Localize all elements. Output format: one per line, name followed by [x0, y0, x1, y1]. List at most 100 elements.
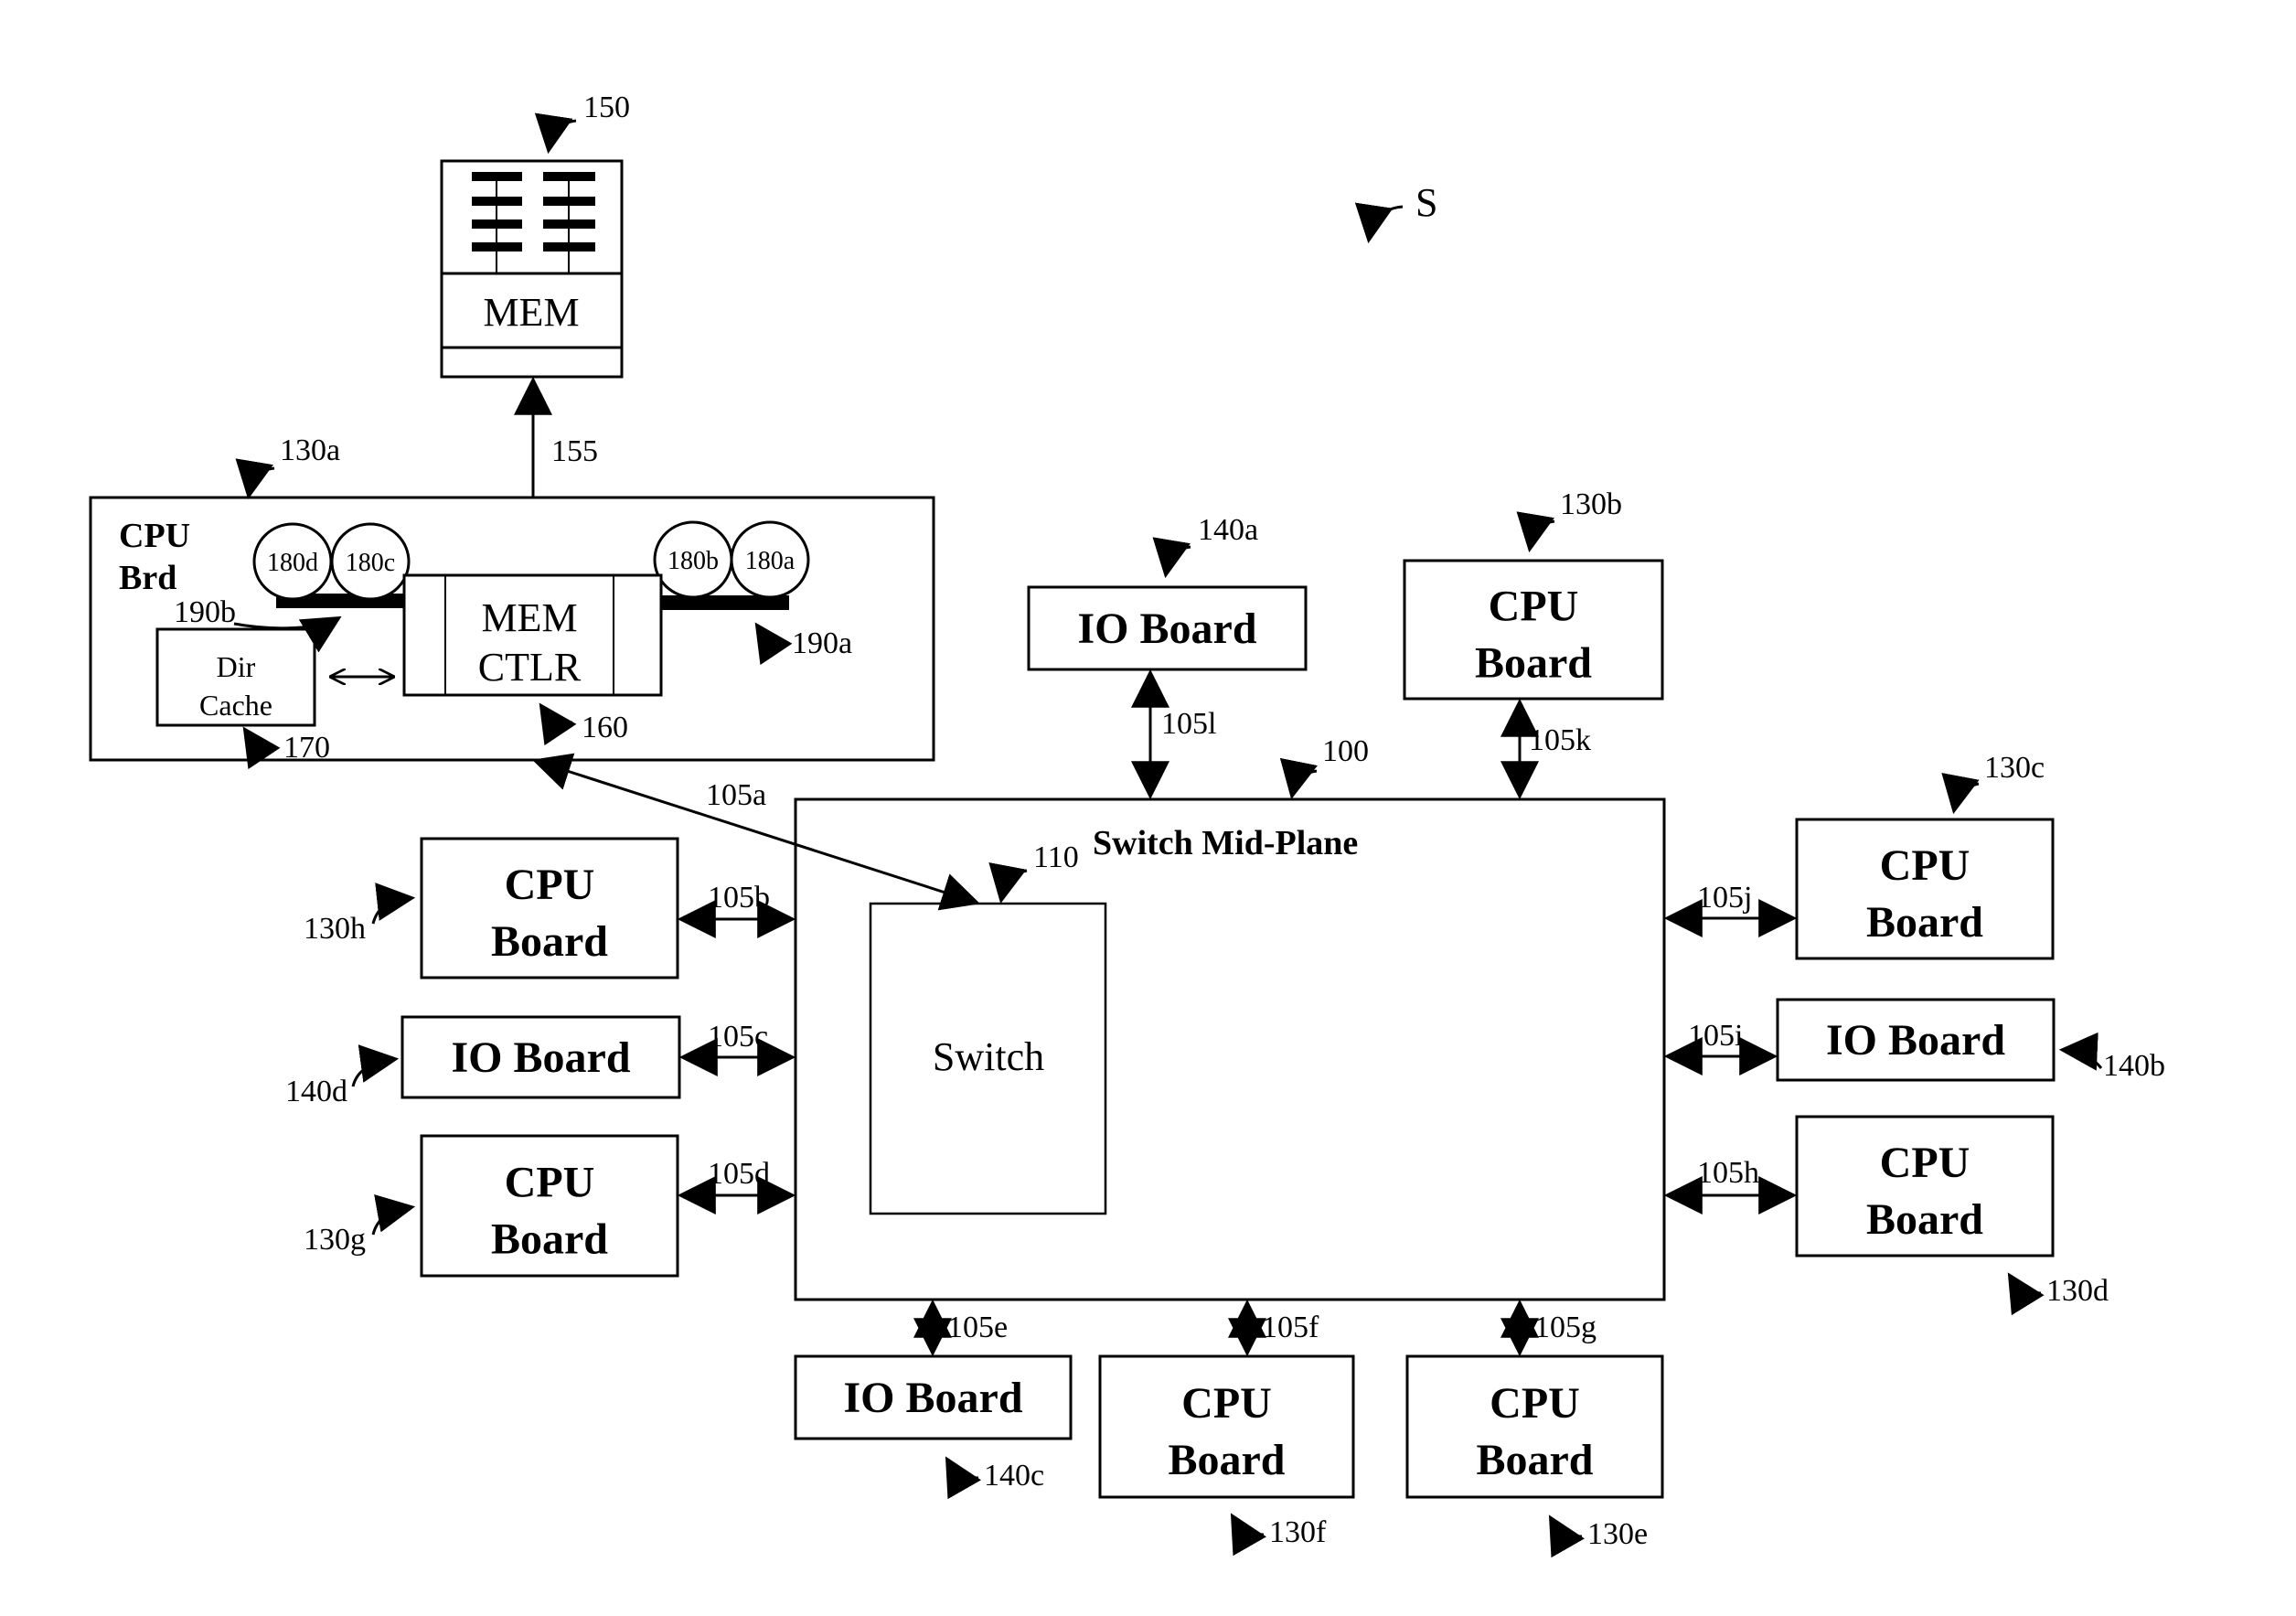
board-label-line2: Board	[1168, 1436, 1285, 1484]
memory-link-ref: 155	[551, 434, 598, 468]
switch-label: Switch	[933, 1034, 1044, 1079]
switch-midplane[interactable]: Switch Mid-Plane 100	[794, 734, 1666, 1301]
board-ref-arrow-icon	[1548, 1514, 1585, 1558]
board-label: IO Board	[451, 1033, 630, 1082]
board-ref: 140d	[285, 1075, 347, 1108]
board-ref: 130f	[1269, 1515, 1327, 1549]
board-ref-arrow-icon	[371, 1193, 416, 1236]
memory-ref-arrow-icon	[534, 112, 577, 155]
board-ref: 140b	[2103, 1049, 2165, 1083]
board-ref-arrow-icon	[1941, 772, 1980, 815]
directory-cache[interactable]: Dir Cache	[155, 627, 316, 727]
cpu-board-130h[interactable]: CPU Board 130h 105b	[304, 837, 796, 979]
board-ref-arrow-icon	[2058, 1032, 2103, 1071]
board-label-line1: CPU	[505, 1159, 595, 1207]
processor-label: 180c	[346, 549, 395, 577]
board-label-line1: CPU	[1181, 1379, 1272, 1428]
board-ref: 130d	[2046, 1274, 2109, 1308]
cpu-board-130d[interactable]: CPU Board 130d 105h	[1663, 1115, 2109, 1316]
io-board-140c[interactable]: IO Board 140c 105e	[794, 1299, 1073, 1500]
board-link-ref: 105f	[1262, 1311, 1319, 1344]
board-ref: 130c	[1984, 751, 2045, 785]
board-ref: 140a	[1198, 513, 1258, 547]
board-link-ref: 105j	[1697, 881, 1752, 915]
memory-ref: 150	[583, 91, 630, 124]
board-ref-arrow-icon	[371, 883, 416, 925]
board-ref-arrow-icon	[1152, 537, 1191, 579]
switch-midplane-title: Switch Mid-Plane	[1093, 824, 1358, 862]
board-link-ref: 105g	[1534, 1311, 1597, 1344]
figure-pointer-arrow-icon	[1354, 202, 1404, 244]
directory-cache-line1: Dir	[217, 650, 256, 683]
bus-right-ref: 190a	[792, 626, 852, 660]
processor-180a[interactable]: 180a	[730, 520, 810, 599]
io-board-140b[interactable]: IO Board 140b 105i	[1663, 998, 2165, 1083]
processor-180c[interactable]: 180c	[330, 522, 411, 601]
processor-label: 180a	[745, 547, 796, 575]
switch-midplane-ref: 100	[1322, 734, 1369, 768]
board-ref: 130b	[1560, 487, 1622, 521]
figure-label-text: S	[1415, 180, 1437, 225]
board-ref-arrow-icon	[945, 1456, 981, 1500]
processor-label: 180d	[267, 549, 318, 577]
board-link-ref: 105i	[1688, 1019, 1743, 1053]
memory-box[interactable]	[440, 159, 624, 379]
cpu-board-detail-ref-arrow-icon	[235, 458, 275, 500]
switch-midplane-ref-arrow-icon	[1279, 757, 1319, 800]
bus-left-ref: 190b	[174, 595, 236, 629]
figure-label: S	[1354, 180, 1437, 244]
board-link-ref: 105k	[1529, 723, 1591, 757]
cpu-board-130b[interactable]: CPU Board 130b 105k	[1403, 487, 1664, 800]
memory-controller-ref: 160	[582, 711, 628, 744]
io-board-140d[interactable]: IO Board 140d 105c	[285, 1015, 796, 1108]
board-label: IO Board	[1826, 1016, 2005, 1065]
processor-180d[interactable]: 180d	[252, 522, 333, 601]
cpu-board-130c[interactable]: CPU Board 130c 105j	[1663, 751, 2055, 960]
board-label-line1: CPU	[1880, 1139, 1970, 1187]
cpu-board-130g[interactable]: CPU Board 130g 105d	[304, 1134, 796, 1278]
board-link-ref: 105b	[708, 881, 770, 915]
board-label-line1: CPU	[505, 861, 595, 909]
board-label-line2: Board	[491, 917, 608, 966]
board-label-line2: Board	[1866, 898, 1983, 947]
board-link-ref: 105d	[708, 1157, 770, 1191]
board-ref-arrow-icon	[1230, 1513, 1266, 1557]
cpu-board-detail-title-line1: CPU	[119, 517, 190, 555]
memory-module[interactable]: MEM 150	[440, 91, 630, 379]
board-link-ref: 105h	[1697, 1156, 1759, 1190]
board-label-line2: Board	[1866, 1195, 1983, 1244]
memory-controller[interactable]: MEM CTLR	[402, 573, 663, 697]
cpu-board-detail-ref: 130a	[280, 433, 340, 467]
board-label-line2: Board	[491, 1215, 608, 1264]
directory-cache-line2: Cache	[199, 689, 272, 722]
board-ref: 140c	[984, 1459, 1044, 1493]
cpu-board-130f[interactable]: CPU Board 130f 105f	[1098, 1299, 1355, 1557]
memory-controller-line1: MEM	[481, 595, 577, 640]
board-link-ref: 105c	[708, 1020, 768, 1054]
directory-cache-ref: 170	[283, 731, 330, 765]
processor-180b[interactable]: 180b	[653, 520, 733, 599]
board-label: IO Board	[1077, 605, 1256, 653]
board-ref: 130h	[304, 912, 366, 946]
board-label-line1: CPU	[1880, 841, 1970, 890]
board-label: IO Board	[843, 1374, 1022, 1422]
cpu-board-130e[interactable]: CPU Board 130e 105g	[1405, 1299, 1664, 1558]
board-label-line2: Board	[1475, 639, 1592, 688]
io-board-140a[interactable]: IO Board 140a 105l	[1027, 513, 1308, 800]
board-link-ref: 105e	[947, 1311, 1008, 1344]
board-label-line2: Board	[1476, 1436, 1593, 1484]
board-label-line1: CPU	[1489, 583, 1579, 631]
processor-label: 180b	[667, 547, 719, 575]
board-ref: 130g	[304, 1223, 366, 1257]
switch-ref: 110	[1033, 840, 1079, 874]
memory-label: MEM	[483, 290, 579, 335]
cpu-to-switch-link-ref: 105a	[706, 778, 766, 812]
board-ref-arrow-icon	[2007, 1272, 2045, 1316]
system-diagram: S MEM 150 155 CPU Brd 130a 180d 180c 180…	[89, 91, 2165, 1558]
switch-midplane-box[interactable]	[794, 797, 1666, 1301]
board-link-ref: 105l	[1161, 707, 1216, 741]
cpu-board-detail[interactable]: CPU Brd 130a 180d 180c 180b 180a MEM CTL…	[89, 433, 935, 770]
cpu-board-detail-title-line2: Brd	[119, 559, 176, 597]
board-ref: 130e	[1587, 1517, 1648, 1551]
board-ref-arrow-icon	[351, 1044, 400, 1087]
